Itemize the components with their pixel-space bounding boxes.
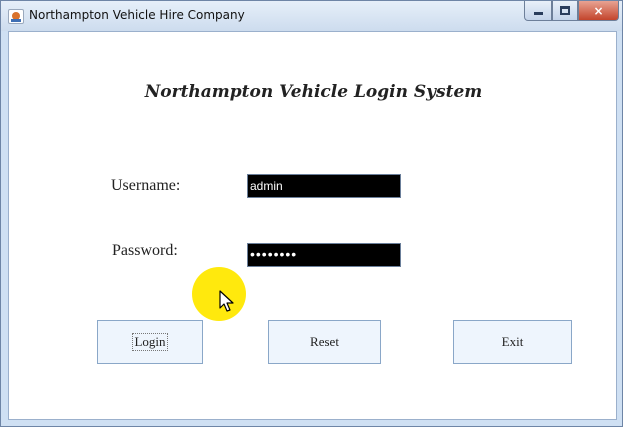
- app-icon[interactable]: [8, 9, 24, 24]
- username-field[interactable]: [247, 174, 401, 198]
- password-field[interactable]: [247, 243, 401, 267]
- exit-button-label: Exit: [501, 334, 524, 349]
- username-label: Username:: [111, 177, 181, 194]
- reset-button-label: Reset: [310, 334, 339, 349]
- login-button-label: Login: [132, 333, 168, 351]
- minimize-icon: [533, 12, 543, 15]
- login-panel: Northampton Vehicle Login System Usernam…: [8, 31, 617, 420]
- title-bar[interactable]: Northampton Vehicle Hire Company ×: [1, 1, 622, 31]
- password-label: Password:: [112, 242, 178, 259]
- login-button[interactable]: Login: [97, 320, 203, 364]
- window-title: Northampton Vehicle Hire Company: [29, 8, 245, 22]
- exit-button[interactable]: Exit: [453, 320, 572, 364]
- maximize-icon: [560, 6, 570, 15]
- close-button[interactable]: ×: [578, 1, 619, 21]
- app-window: Northampton Vehicle Hire Company × North…: [0, 0, 623, 427]
- reset-button[interactable]: Reset: [268, 320, 381, 364]
- minimize-button[interactable]: [524, 1, 552, 21]
- maximize-button[interactable]: [552, 1, 578, 21]
- mouse-pointer-icon: [219, 290, 234, 312]
- close-icon: ×: [593, 3, 604, 18]
- page-title: Northampton Vehicle Login System: [144, 82, 483, 102]
